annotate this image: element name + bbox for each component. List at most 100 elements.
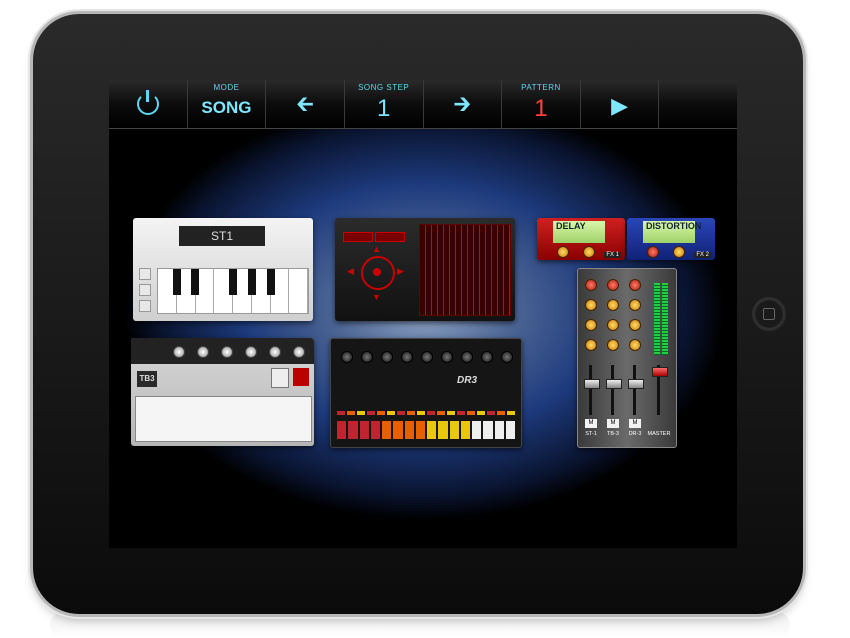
channel-knob[interactable]	[607, 279, 619, 291]
tb3-knob[interactable]	[173, 346, 185, 358]
st1-synth-module[interactable]: ST1	[133, 218, 313, 321]
pattern-value: 1	[534, 95, 548, 122]
xy-pad-grid[interactable]	[419, 224, 511, 316]
step-pad[interactable]	[494, 421, 504, 439]
triangle-right-icon: ▶	[397, 266, 404, 276]
tb3-next-button[interactable]	[293, 368, 309, 386]
st1-accent-button[interactable]	[139, 284, 151, 296]
arrow-left-icon: 🡰	[296, 91, 314, 116]
mute-button[interactable]: M	[585, 419, 597, 428]
tb3-knob[interactable]	[245, 346, 257, 358]
tb3-knob[interactable]	[293, 346, 305, 358]
triangle-left-icon: ◀	[347, 266, 354, 276]
master-fader-cap[interactable]	[652, 367, 668, 377]
step-pad[interactable]	[438, 421, 448, 439]
black-key[interactable]	[267, 269, 275, 295]
white-key[interactable]	[289, 269, 308, 313]
dr3-knob[interactable]	[441, 351, 453, 363]
st1-keyboard[interactable]	[157, 268, 309, 314]
step-pad[interactable]	[359, 421, 369, 439]
fader-cap[interactable]	[606, 379, 622, 389]
tb3-knob[interactable]	[269, 346, 281, 358]
channel-knob[interactable]	[607, 339, 619, 351]
xy-pad-module[interactable]: ▲ ▼ ◀ ▶	[335, 218, 515, 321]
dr3-step-pads	[337, 421, 515, 439]
joystick-control[interactable]	[361, 256, 395, 290]
step-pad[interactable]	[483, 421, 493, 439]
channel-knob[interactable]	[629, 279, 641, 291]
channel-knob[interactable]	[585, 299, 597, 311]
st1-slide-button[interactable]	[139, 300, 151, 312]
channel-knob[interactable]	[585, 339, 597, 351]
pad-option-button[interactable]	[375, 232, 405, 242]
power-button[interactable]	[109, 80, 188, 128]
prev-step-button[interactable]: 🡰	[266, 80, 345, 128]
distortion-knob[interactable]	[647, 246, 659, 258]
step-pad[interactable]	[427, 421, 437, 439]
black-key[interactable]	[173, 269, 181, 295]
channel-knob[interactable]	[629, 339, 641, 351]
step-pad[interactable]	[393, 421, 403, 439]
next-step-button[interactable]: 🡲	[424, 80, 503, 128]
channel-label: TB-3	[607, 431, 619, 437]
dr3-knob[interactable]	[481, 351, 493, 363]
fader-cap[interactable]	[584, 379, 600, 389]
step-pad[interactable]	[460, 421, 470, 439]
channel-knob[interactable]	[629, 299, 641, 311]
channel-knob[interactable]	[585, 279, 597, 291]
dr3-knob[interactable]	[401, 351, 413, 363]
channel-knob[interactable]	[607, 319, 619, 331]
fx2-tag: FX 2	[694, 252, 711, 258]
step-pad[interactable]	[505, 421, 515, 439]
pad-option-button[interactable]	[343, 232, 373, 242]
tb3-knob[interactable]	[197, 346, 209, 358]
song-step-value: 1	[377, 95, 391, 122]
step-pad[interactable]	[370, 421, 380, 439]
st1-display: ST1	[179, 226, 265, 246]
dr3-knob[interactable]	[381, 351, 393, 363]
dr3-knob[interactable]	[461, 351, 473, 363]
mixer-module[interactable]: M ST-1 M TB-3 M DR-3 MASTER	[577, 268, 677, 448]
black-key[interactable]	[248, 269, 256, 295]
play-button[interactable]: ▶	[581, 80, 660, 128]
tb3-logo: TB3	[137, 371, 157, 387]
tb3-back-button[interactable]	[271, 368, 289, 388]
distortion-knob[interactable]	[673, 246, 685, 258]
fader-cap[interactable]	[628, 379, 644, 389]
black-key[interactable]	[191, 269, 199, 295]
dr3-knob[interactable]	[341, 351, 353, 363]
fx1-delay-unit[interactable]: DELAY FX 1	[537, 218, 625, 260]
dr3-knob[interactable]	[421, 351, 433, 363]
step-pad[interactable]	[382, 421, 392, 439]
tb3-knob-strip	[131, 338, 314, 364]
mode-selector[interactable]: MODE SONG	[188, 80, 267, 128]
step-pad[interactable]	[348, 421, 358, 439]
dr3-knob[interactable]	[501, 351, 513, 363]
step-pad[interactable]	[449, 421, 459, 439]
dr3-knob[interactable]	[361, 351, 373, 363]
pattern-display[interactable]: PATTERN 1	[502, 80, 581, 128]
step-pad[interactable]	[337, 421, 347, 439]
st1-sound-button[interactable]	[139, 268, 151, 280]
mute-button[interactable]: M	[607, 419, 619, 428]
delay-knob[interactable]	[583, 246, 595, 258]
black-key[interactable]	[229, 269, 237, 295]
fx1-tag: FX 1	[604, 252, 621, 258]
arrow-right-icon: 🡲	[453, 91, 472, 116]
tb3-knob[interactable]	[221, 346, 233, 358]
tb3-step-keys[interactable]	[135, 396, 312, 442]
step-pad[interactable]	[472, 421, 482, 439]
channel-knob[interactable]	[629, 319, 641, 331]
step-pad[interactable]	[404, 421, 414, 439]
tb3-bass-module[interactable]: TB3	[131, 338, 314, 446]
mute-button[interactable]: M	[629, 419, 641, 428]
mixer-channel-master: MASTER	[648, 279, 670, 439]
home-button[interactable]	[752, 297, 786, 331]
channel-knob[interactable]	[585, 319, 597, 331]
channel-knob[interactable]	[607, 299, 619, 311]
fx2-distortion-unit[interactable]: DISTORTION FX 2	[627, 218, 715, 260]
delay-knob[interactable]	[557, 246, 569, 258]
mode-label: MODE	[213, 83, 240, 92]
dr3-drum-module[interactable]: DR3	[330, 338, 522, 448]
step-pad[interactable]	[415, 421, 425, 439]
